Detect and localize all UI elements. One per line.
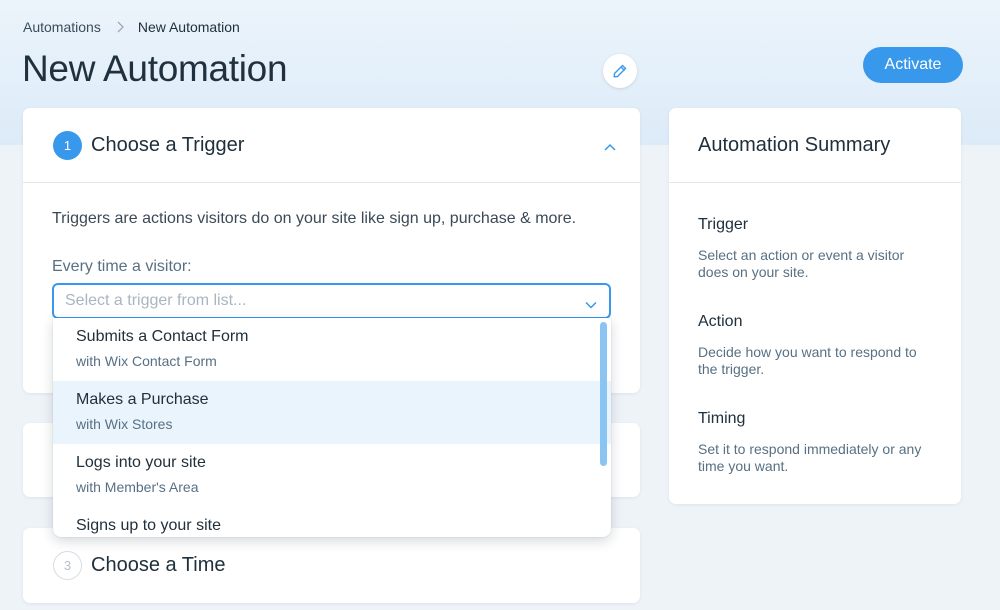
trigger-description: Triggers are actions visitors do on your… bbox=[52, 210, 577, 227]
breadcrumb: Automations New Automation bbox=[23, 17, 240, 37]
dropdown-scrollbar[interactable] bbox=[600, 322, 607, 533]
summary-section-heading: Action bbox=[698, 313, 743, 330]
breadcrumb-current: New Automation bbox=[137, 19, 240, 35]
trigger-option-label: Signs up to your site bbox=[76, 517, 221, 534]
time-card: 3 Choose a Time bbox=[23, 528, 640, 603]
summary-section-heading: Timing bbox=[698, 410, 746, 427]
time-card-header[interactable]: 3 Choose a Time bbox=[23, 528, 640, 603]
trigger-option-sub: with Wix Contact Form bbox=[76, 353, 217, 369]
trigger-option-label: Logs into your site bbox=[76, 454, 206, 471]
summary-timing-section: Timing Set it to respond immediately or … bbox=[698, 410, 938, 475]
dropdown-scrollbar-thumb[interactable] bbox=[600, 322, 607, 466]
trigger-option-label: Submits a Contact Form bbox=[76, 328, 249, 345]
summary-section-text: Decide how you want to respond to the tr… bbox=[698, 344, 917, 377]
trigger-card-header[interactable]: 1 Choose a Trigger bbox=[23, 108, 640, 183]
trigger-field-label: Every time a visitor: bbox=[52, 258, 192, 275]
trigger-option[interactable]: Logs into your site with Member's Area bbox=[53, 444, 611, 507]
trigger-dropdown-list: Submits a Contact Form with Wix Contact … bbox=[53, 318, 611, 537]
breadcrumb-automations-link[interactable]: Automations bbox=[23, 19, 101, 35]
edit-title-button[interactable] bbox=[603, 54, 637, 88]
chevron-right-icon bbox=[117, 21, 124, 33]
summary-trigger-section: Trigger Select an action or event a visi… bbox=[698, 216, 938, 281]
trigger-option-label: Makes a Purchase bbox=[76, 391, 209, 408]
summary-title: Automation Summary bbox=[698, 133, 891, 156]
step-number-1: 1 bbox=[53, 130, 82, 160]
trigger-option-sub: with Member's Area bbox=[76, 479, 199, 495]
automation-summary-card: Automation Summary Trigger Select an act… bbox=[669, 108, 961, 504]
page-title: New Automation bbox=[22, 48, 288, 89]
time-card-title: Choose a Time bbox=[91, 554, 226, 576]
trigger-option[interactable]: Signs up to your site bbox=[53, 507, 611, 537]
step-number-3: 3 bbox=[53, 551, 82, 580]
summary-header: Automation Summary bbox=[669, 108, 961, 183]
trigger-option[interactable]: Submits a Contact Form with Wix Contact … bbox=[53, 318, 611, 381]
trigger-card-title: Choose a Trigger bbox=[91, 133, 245, 156]
trigger-option[interactable]: Makes a Purchase with Wix Stores bbox=[53, 381, 611, 444]
summary-section-text: Select an action or event a visitor does… bbox=[698, 247, 905, 280]
trigger-select-input[interactable] bbox=[52, 283, 611, 319]
activate-button[interactable]: Activate bbox=[863, 47, 963, 83]
summary-section-text: Set it to respond immediately or any tim… bbox=[698, 441, 922, 474]
pencil-icon bbox=[612, 63, 628, 79]
summary-action-section: Action Decide how you want to respond to… bbox=[698, 313, 938, 378]
summary-section-heading: Trigger bbox=[698, 216, 749, 233]
trigger-option-sub: with Wix Stores bbox=[76, 416, 173, 432]
chevron-up-icon[interactable] bbox=[604, 138, 616, 156]
